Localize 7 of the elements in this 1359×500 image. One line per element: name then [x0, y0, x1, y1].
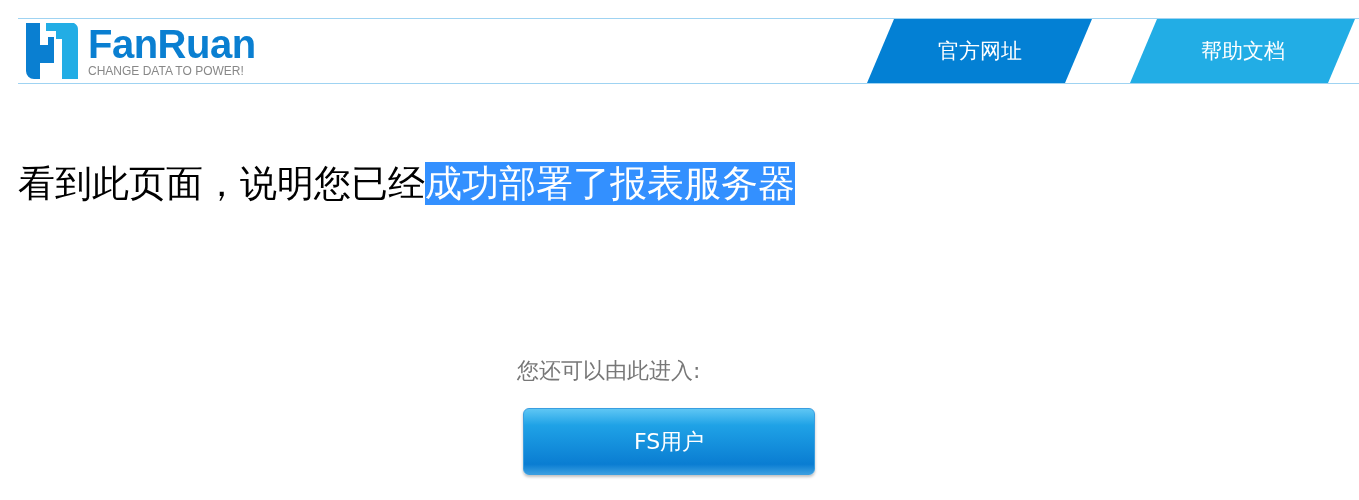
fs-user-button[interactable]: FS用户: [523, 408, 815, 476]
nav-link[interactable]: 官方网址: [867, 19, 1092, 83]
headline: 看到此页面，说明您已经成功部署了报表服务器: [18, 162, 796, 207]
brand-name: FanRuan: [88, 23, 256, 64]
entry-prompt: 您还可以由此进入:: [517, 358, 701, 384]
slogan: CHANGE DATA TO POWER!: [88, 63, 245, 79]
nav-link[interactable]: 帮助文档: [1130, 19, 1355, 83]
